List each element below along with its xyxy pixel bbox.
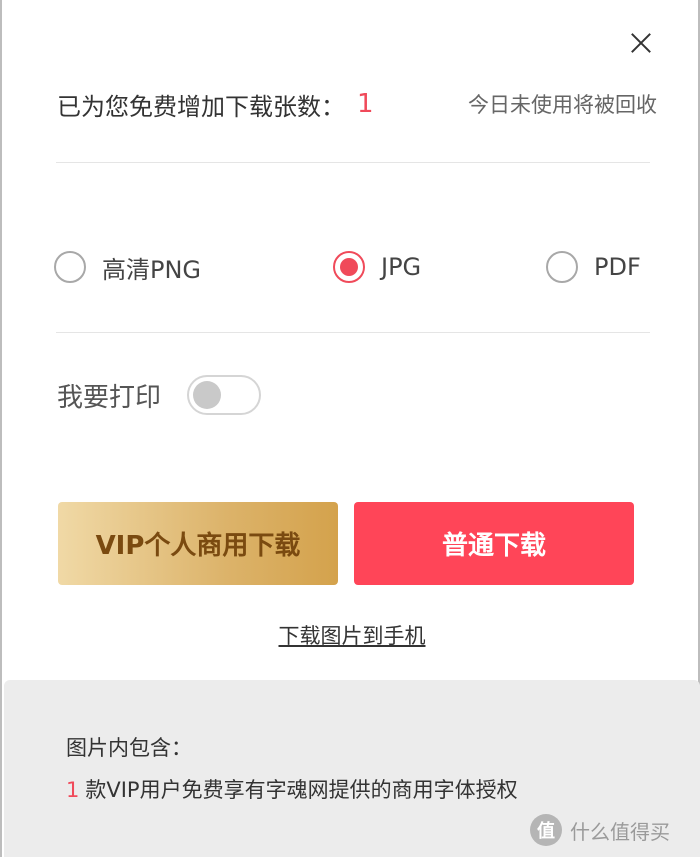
expiry-note: 今日未使用将被回收 <box>468 93 657 117</box>
contents-title: 图片内包含： <box>66 736 192 760</box>
format-label: 高清PNG <box>102 255 202 284</box>
divider <box>56 332 650 333</box>
format-option-png[interactable]: 高清PNG <box>54 245 201 289</box>
free-download-count: 1 <box>357 89 374 119</box>
vip-commercial-download-button[interactable]: VIP个人商用下载 <box>58 502 338 585</box>
print-label: 我要打印 <box>57 382 162 413</box>
format-option-jpg[interactable]: JPG <box>333 245 421 289</box>
normal-download-button[interactable]: 普通下载 <box>354 502 634 585</box>
smzdm-logo-icon: 值 <box>530 814 562 846</box>
site-watermark: 值 什么值得买 <box>530 812 670 848</box>
font-license-text: 款VIP用户免费享有字魂网提供的商用字体授权 <box>85 778 518 802</box>
free-download-label: 已为您免费增加下载张数： <box>57 92 345 121</box>
free-download-info: 已为您免费增加下载张数： 1 今日未使用将被回收 <box>57 84 657 124</box>
format-selector: 高清PNG JPG PDF <box>54 245 650 289</box>
watermark-text: 什么值得买 <box>570 819 670 844</box>
radio-jpg[interactable] <box>333 251 365 283</box>
print-option: 我要打印 <box>57 374 262 416</box>
format-option-pdf[interactable]: PDF <box>546 245 641 289</box>
print-toggle[interactable] <box>187 375 262 415</box>
toggle-knob <box>193 381 222 409</box>
divider <box>56 162 650 163</box>
format-label: JPG <box>381 253 422 281</box>
radio-png[interactable] <box>54 251 86 283</box>
download-dialog: 已为您免费增加下载张数： 1 今日未使用将被回收 高清PNG JPG PDF 我… <box>0 0 700 857</box>
font-license-line: 1 款VIP用户免费享有字魂网提供的商用字体授权 <box>66 774 518 804</box>
radio-pdf[interactable] <box>546 251 578 283</box>
font-count: 1 <box>66 778 80 802</box>
download-to-phone-link[interactable]: 下载图片到手机 <box>2 620 700 650</box>
format-label: PDF <box>594 253 641 281</box>
close-icon[interactable] <box>628 30 654 56</box>
